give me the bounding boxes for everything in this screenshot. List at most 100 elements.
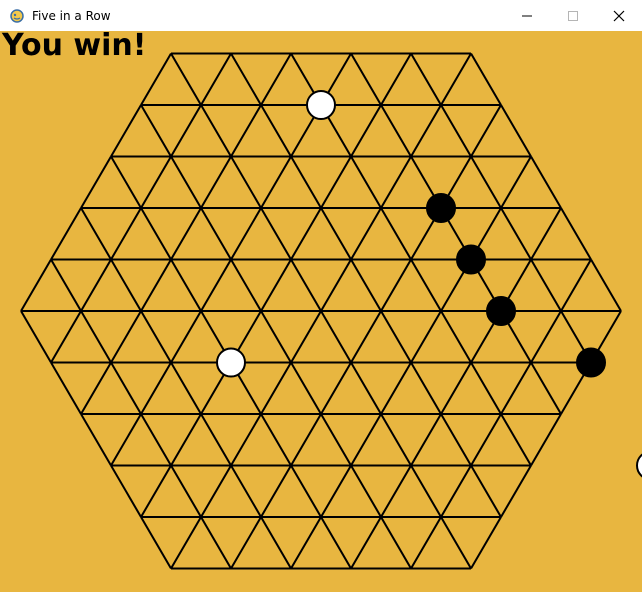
grid-line	[350, 361, 382, 415]
grid-line	[530, 413, 562, 467]
grid-line	[350, 464, 382, 518]
grid-line	[290, 207, 322, 261]
grid-line	[500, 361, 532, 415]
grid-line	[230, 413, 262, 467]
close-icon	[613, 10, 625, 21]
grid-line	[230, 258, 262, 312]
grid-line	[200, 464, 232, 518]
black-stone	[486, 296, 516, 326]
grid-line	[350, 155, 382, 209]
grid-line	[380, 207, 412, 261]
grid-line	[290, 361, 322, 415]
grid-line	[230, 464, 262, 518]
black-stone	[426, 193, 456, 223]
grid-line	[350, 310, 382, 364]
grid-line	[440, 464, 472, 518]
minimize-icon	[522, 15, 532, 16]
grid-line	[110, 155, 142, 209]
grid-line	[380, 310, 412, 364]
grid-line	[260, 52, 292, 106]
grid-line	[290, 464, 322, 518]
grid-line	[170, 155, 202, 209]
grid-line	[50, 310, 82, 364]
grid-line	[470, 361, 502, 415]
grid-line	[410, 258, 442, 312]
grid-line	[410, 52, 442, 106]
grid-line	[140, 155, 172, 209]
grid-line	[170, 464, 202, 518]
grid-line	[50, 361, 82, 415]
grid-line	[200, 207, 232, 261]
grid-line	[140, 516, 172, 570]
grid-line	[470, 104, 502, 158]
grid-line	[80, 310, 112, 364]
game-board[interactable]	[0, 31, 642, 592]
grid-line	[530, 207, 562, 261]
grid-line	[350, 413, 382, 467]
grid-line	[440, 52, 472, 106]
grid-line	[530, 310, 562, 364]
pygame-snake-icon	[10, 8, 24, 23]
grid-line	[320, 207, 352, 261]
grid-line	[440, 361, 472, 415]
grid-line	[110, 361, 142, 415]
grid-line	[80, 413, 112, 467]
grid-line	[80, 258, 112, 312]
maximize-button[interactable]	[550, 0, 596, 31]
grid-line	[470, 52, 502, 106]
black-stone	[456, 244, 486, 275]
grid-line	[170, 516, 202, 570]
maximize-icon	[568, 10, 578, 21]
close-button[interactable]	[596, 0, 642, 31]
grid-line	[290, 413, 322, 467]
grid-line	[170, 413, 202, 467]
grid-line	[530, 258, 562, 312]
grid-line	[350, 207, 382, 261]
grid-line	[170, 258, 202, 312]
grid-line	[500, 104, 532, 158]
white-stone	[216, 347, 246, 378]
grid-line	[560, 207, 592, 261]
grid-line	[470, 516, 502, 570]
grid-line	[320, 258, 352, 312]
grid-line	[500, 413, 532, 467]
grid-line	[500, 207, 532, 261]
grid-line	[110, 464, 142, 518]
grid-line	[230, 155, 262, 209]
grid-line	[380, 464, 412, 518]
white-stone	[306, 90, 336, 120]
black-stone	[576, 347, 606, 378]
game-canvas[interactable]: You win!	[0, 28, 642, 592]
grid-line	[410, 104, 442, 158]
grid-line	[140, 207, 172, 261]
grid-line	[410, 464, 442, 518]
grid-line	[500, 155, 532, 209]
grid-line	[170, 207, 202, 261]
grid-line	[260, 516, 292, 570]
grid-line	[380, 52, 412, 106]
grid-line	[260, 310, 292, 364]
grid-line	[380, 361, 412, 415]
grid-line	[260, 258, 292, 312]
grid-line	[110, 310, 142, 364]
grid-line	[350, 516, 382, 570]
minimize-button[interactable]	[504, 0, 550, 31]
grid-line	[500, 464, 532, 518]
grid-line	[230, 104, 262, 158]
grid-line	[170, 104, 202, 158]
grid-line	[260, 464, 292, 518]
grid-line	[230, 207, 262, 261]
white-stone	[636, 453, 642, 478]
grid-line	[170, 52, 202, 106]
grid-line	[380, 413, 412, 467]
grid-line	[320, 361, 352, 415]
grid-line	[140, 104, 172, 158]
grid-line	[260, 361, 292, 415]
grid-line	[320, 155, 352, 209]
grid-line	[590, 258, 622, 312]
grid-line	[560, 258, 592, 312]
window-title: Five in a Row	[32, 8, 111, 23]
grid-line	[290, 310, 322, 364]
grid-line	[260, 104, 292, 158]
grid-line	[290, 516, 322, 570]
